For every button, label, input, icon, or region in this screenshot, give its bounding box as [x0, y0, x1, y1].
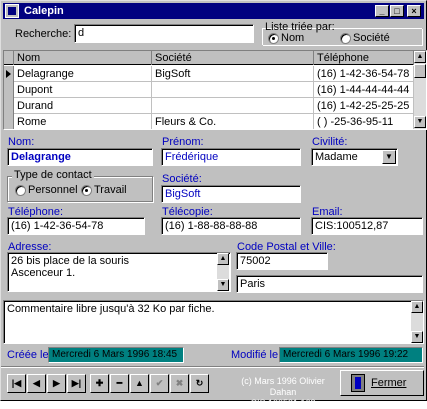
- row-indicator: [4, 114, 14, 129]
- telecopie-field[interactable]: (16) 1-88-88-88-88: [161, 217, 301, 235]
- cell-nom[interactable]: Durand: [14, 98, 152, 114]
- cancel-edit-button[interactable]: ✖: [170, 374, 189, 393]
- contact-personnel-label[interactable]: Personnel: [28, 184, 78, 196]
- sort-by-company-label[interactable]: Société: [353, 32, 390, 44]
- grid-corner: [4, 51, 14, 65]
- cell-societe[interactable]: BigSoft: [152, 66, 314, 82]
- column-header-societe[interactable]: Société: [152, 51, 314, 65]
- commentaire-scroll-down-button[interactable]: ▼: [411, 331, 423, 343]
- fermer-label: Fermer: [371, 377, 407, 389]
- edit-record-button[interactable]: ▲: [130, 374, 149, 393]
- commentaire-scroll-up-button[interactable]: ▲: [411, 301, 423, 313]
- door-icon: [351, 374, 365, 392]
- commentaire-text: Commentaire libre jusqu'à 32 Ko par fich…: [7, 303, 215, 315]
- chevron-down-icon[interactable]: ▼: [382, 150, 396, 164]
- contact-personnel-radio[interactable]: [15, 185, 26, 196]
- prenom-label: Prénom:: [162, 136, 204, 148]
- cell-telephone[interactable]: (16) 1-42-36-54-78: [314, 66, 414, 82]
- modifiee-label: Modifié le:: [231, 349, 282, 361]
- grid-scroll-up-button[interactable]: ▲: [414, 51, 426, 63]
- table-row[interactable]: Durand (16) 1-42-25-25-25: [4, 98, 414, 114]
- civilite-label: Civilité:: [312, 136, 348, 148]
- first-record-button[interactable]: |◀: [7, 374, 26, 393]
- title-bar[interactable]: Calepin _ □ ×: [3, 3, 424, 19]
- civilite-value: Madame: [315, 151, 358, 163]
- ville-field[interactable]: Paris: [236, 275, 423, 293]
- maximize-button[interactable]: □: [390, 5, 404, 17]
- nom-label: Nom:: [8, 136, 35, 148]
- last-record-button[interactable]: ▶|: [67, 374, 86, 393]
- cell-societe[interactable]: Fleurs & Co.: [152, 114, 314, 129]
- adresse-field[interactable]: 26 bis place de la souris Ascenceur 1.: [7, 252, 231, 292]
- row-indicator: [4, 98, 14, 114]
- navigator-bar: |◀ ◀ ▶ ▶| ✚ ━ ▲ ✔ ✖ ↻ (c) Mars 1996 Oliv…: [4, 367, 424, 408]
- telephone-field[interactable]: (16) 1-42-36-54-78: [7, 217, 145, 235]
- adresse-scroll-down-button[interactable]: ▼: [217, 279, 229, 291]
- cell-societe[interactable]: [152, 82, 314, 98]
- contact-travail-label[interactable]: Travail: [94, 184, 127, 196]
- adresse-line-2: Ascenceur 1.: [11, 267, 76, 279]
- creee-value: Mercredi 6 Mars 1996 18:45: [48, 347, 184, 363]
- credit-line-2: CIS 100531,163: [250, 398, 316, 408]
- next-record-button[interactable]: ▶: [47, 374, 66, 393]
- cell-telephone[interactable]: (16) 1-42-25-25-25: [314, 98, 414, 114]
- minimize-button[interactable]: _: [375, 5, 389, 17]
- calepin-window: Calepin _ □ × Recherche: d Liste triée p…: [0, 0, 427, 408]
- table-row[interactable]: Dupont (16) 1-44-44-44-44: [4, 82, 414, 98]
- adresse-scrollbar[interactable]: ▲ ▼: [217, 253, 229, 291]
- cell-telephone[interactable]: ( ) -25-36-95-11: [314, 114, 414, 129]
- grid-scroll-down-button[interactable]: ▼: [414, 116, 426, 128]
- sort-by-company-radio[interactable]: [340, 33, 351, 44]
- contact-type-title: Type de contact: [12, 169, 94, 181]
- commentaire-scrollbar[interactable]: ▲ ▼: [411, 301, 423, 343]
- grid-scroll-thumb[interactable]: [414, 64, 426, 78]
- contacts-grid[interactable]: Nom Société Téléphone Delagrange BigSoft…: [3, 50, 427, 130]
- cell-nom[interactable]: Dupont: [14, 82, 152, 98]
- adresse-line-1: 26 bis place de la souris: [11, 255, 130, 267]
- sort-by-name-label[interactable]: Nom: [281, 32, 304, 44]
- cell-telephone[interactable]: (16) 1-44-44-44-44: [314, 82, 414, 98]
- sort-by-name-radio[interactable]: [268, 33, 279, 44]
- column-header-telephone[interactable]: Téléphone: [314, 51, 414, 65]
- creee-label: Créée le:: [7, 349, 52, 361]
- search-input[interactable]: d: [74, 24, 254, 43]
- prev-record-button[interactable]: ◀: [27, 374, 46, 393]
- societe-label: Société:: [162, 173, 202, 185]
- app-icon[interactable]: [5, 4, 19, 18]
- grid-header: Nom Société Téléphone: [4, 51, 424, 65]
- societe-field[interactable]: BigSoft: [161, 185, 301, 203]
- column-header-nom[interactable]: Nom: [14, 51, 152, 65]
- delete-record-button[interactable]: ━: [110, 374, 129, 393]
- row-indicator: [4, 82, 14, 98]
- search-label: Recherche:: [15, 28, 72, 40]
- cell-societe[interactable]: [152, 98, 314, 114]
- credit-text: (c) Mars 1996 Olivier Dahan CIS 100531,1…: [228, 376, 338, 409]
- email-field[interactable]: CIS:100512,87: [311, 217, 423, 235]
- grid-scrollbar[interactable]: ▲ ▼: [414, 51, 426, 129]
- current-row-indicator: [4, 66, 14, 82]
- post-record-button[interactable]: ✔: [150, 374, 169, 393]
- table-row[interactable]: Delagrange BigSoft (16) 1-42-36-54-78: [4, 66, 414, 82]
- cell-nom[interactable]: Delagrange: [14, 66, 152, 82]
- table-row[interactable]: Rome Fleurs & Co. ( ) -25-36-95-11: [4, 114, 414, 129]
- window-title: Calepin: [24, 5, 64, 17]
- fermer-button[interactable]: Fermer: [340, 370, 424, 396]
- modifiee-value: Mercredi 6 Mars 1996 19:22: [279, 347, 423, 363]
- commentaire-field[interactable]: Commentaire libre jusqu'à 32 Ko par fich…: [3, 300, 424, 344]
- adresse-scroll-up-button[interactable]: ▲: [217, 253, 229, 265]
- contact-travail-radio[interactable]: [81, 185, 92, 196]
- code-postal-field[interactable]: 75002: [236, 252, 328, 270]
- add-record-button[interactable]: ✚: [90, 374, 109, 393]
- nom-field[interactable]: Delagrange: [7, 148, 153, 166]
- credit-line-1: (c) Mars 1996 Olivier Dahan: [241, 376, 325, 397]
- cell-nom[interactable]: Rome: [14, 114, 152, 129]
- refresh-button[interactable]: ↻: [190, 374, 209, 393]
- close-window-button[interactable]: ×: [407, 5, 421, 17]
- prenom-field[interactable]: Frédérique: [161, 148, 301, 166]
